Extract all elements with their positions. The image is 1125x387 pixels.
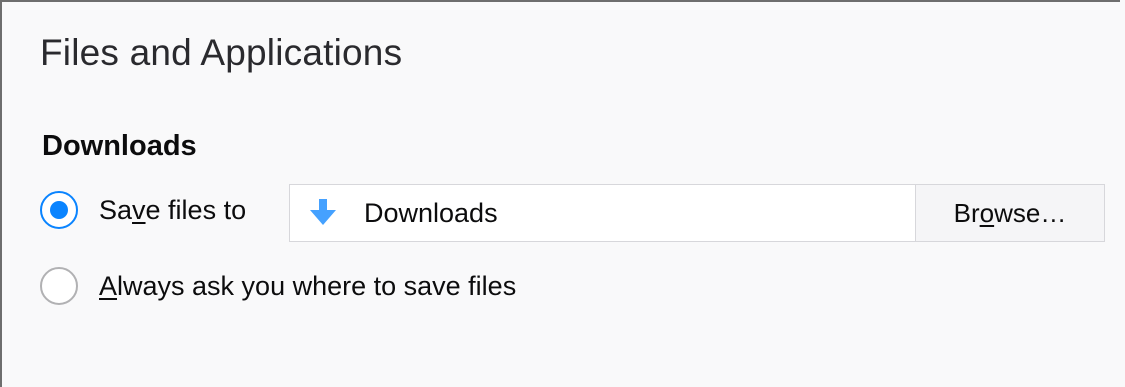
- save-files-option[interactable]: Save files to: [40, 191, 246, 229]
- downloads-heading: Downloads: [42, 130, 197, 162]
- download-arrow-icon: [310, 199, 336, 225]
- browse-button-label: Browse…: [953, 197, 1067, 228]
- save-files-radio[interactable]: [40, 191, 78, 229]
- page-title: Files and Applications: [40, 32, 403, 73]
- always-ask-option[interactable]: Always ask you where to save files: [40, 267, 516, 305]
- browse-button[interactable]: Browse…: [915, 184, 1105, 242]
- preferences-panel: Files and Applications Downloads Save fi…: [0, 0, 1120, 387]
- save-files-label[interactable]: Save files to: [99, 195, 246, 226]
- download-folder-field: Downloads: [289, 184, 916, 242]
- radio-selected-dot: [50, 201, 68, 219]
- always-ask-label[interactable]: Always ask you where to save files: [99, 271, 516, 302]
- always-ask-radio[interactable]: [40, 267, 78, 305]
- download-folder-value: Downloads: [364, 197, 498, 228]
